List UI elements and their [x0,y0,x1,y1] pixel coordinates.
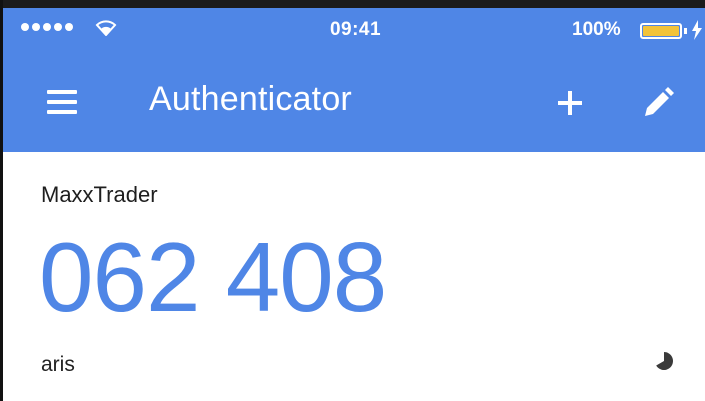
authenticator-screen: 09:41 100% Authenticator MaxxTrader 062 … [0,0,705,401]
account-name: aris [41,353,75,376]
app-title: Authenticator [149,80,352,118]
battery-icon [640,23,682,39]
account-issuer: MaxxTrader [41,182,158,207]
charging-bolt-icon [692,20,702,40]
top-edge [3,0,705,8]
add-icon[interactable] [556,89,584,117]
battery-percent: 100% [572,19,621,40]
account-card[interactable]: MaxxTrader 062 408 aris [3,152,705,401]
countdown-timer-icon [656,352,673,370]
menu-icon[interactable] [47,90,77,114]
app-bar: Authenticator [3,52,705,152]
battery-tip [684,28,687,34]
otp-code[interactable]: 062 408 [39,228,387,326]
edit-icon[interactable] [641,86,675,120]
status-bar: 09:41 100% [3,8,705,52]
